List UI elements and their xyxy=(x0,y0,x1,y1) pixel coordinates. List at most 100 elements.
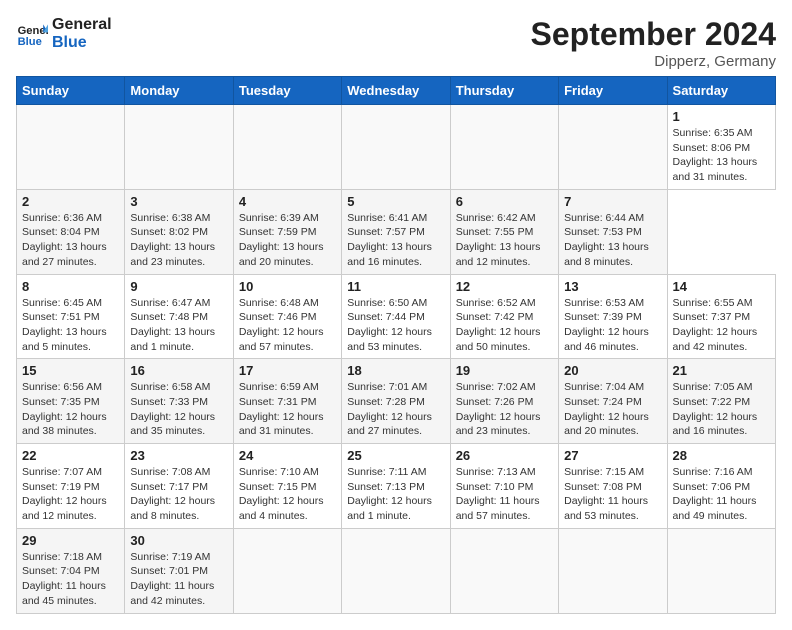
week-row-3: 8 Sunrise: 6:45 AM Sunset: 7:51 PM Dayli… xyxy=(17,274,776,359)
day-number: 27 xyxy=(564,448,661,463)
empty-cell xyxy=(233,528,341,613)
week-row-2: 2 Sunrise: 6:36 AM Sunset: 8:04 PM Dayli… xyxy=(17,189,776,274)
weekday-header-thursday: Thursday xyxy=(450,77,558,105)
day-info: Sunrise: 6:55 AM Sunset: 7:37 PM Dayligh… xyxy=(673,296,770,355)
day-info: Sunrise: 6:44 AM Sunset: 7:53 PM Dayligh… xyxy=(564,211,661,270)
day-cell-21: 21 Sunrise: 7:05 AM Sunset: 7:22 PM Dayl… xyxy=(667,359,775,444)
day-cell-14: 14 Sunrise: 6:55 AM Sunset: 7:37 PM Dayl… xyxy=(667,274,775,359)
day-info: Sunrise: 6:45 AM Sunset: 7:51 PM Dayligh… xyxy=(22,296,119,355)
day-cell-29: 29 Sunrise: 7:18 AM Sunset: 7:04 PM Dayl… xyxy=(17,528,125,613)
day-info: Sunrise: 7:16 AM Sunset: 7:06 PM Dayligh… xyxy=(673,465,770,524)
weekday-header-sunday: Sunday xyxy=(17,77,125,105)
day-info: Sunrise: 7:11 AM Sunset: 7:13 PM Dayligh… xyxy=(347,465,444,524)
week-row-6: 29 Sunrise: 7:18 AM Sunset: 7:04 PM Dayl… xyxy=(17,528,776,613)
day-number: 23 xyxy=(130,448,227,463)
empty-cell xyxy=(667,528,775,613)
day-info: Sunrise: 7:04 AM Sunset: 7:24 PM Dayligh… xyxy=(564,380,661,439)
day-number: 16 xyxy=(130,363,227,378)
week-row-1: 1 Sunrise: 6:35 AM Sunset: 8:06 PM Dayli… xyxy=(17,105,776,190)
day-number: 21 xyxy=(673,363,770,378)
day-number: 13 xyxy=(564,279,661,294)
day-info: Sunrise: 7:19 AM Sunset: 7:01 PM Dayligh… xyxy=(130,550,227,609)
day-cell-3: 3 Sunrise: 6:38 AM Sunset: 8:02 PM Dayli… xyxy=(125,189,233,274)
day-cell-2: 2 Sunrise: 6:36 AM Sunset: 8:04 PM Dayli… xyxy=(17,189,125,274)
day-number: 1 xyxy=(673,109,770,124)
day-info: Sunrise: 6:52 AM Sunset: 7:42 PM Dayligh… xyxy=(456,296,553,355)
day-number: 4 xyxy=(239,194,336,209)
weekday-header-tuesday: Tuesday xyxy=(233,77,341,105)
day-cell-18: 18 Sunrise: 7:01 AM Sunset: 7:28 PM Dayl… xyxy=(342,359,450,444)
day-cell-9: 9 Sunrise: 6:47 AM Sunset: 7:48 PM Dayli… xyxy=(125,274,233,359)
page-subtitle: Dipperz, Germany xyxy=(531,53,776,70)
day-number: 18 xyxy=(347,363,444,378)
day-number: 14 xyxy=(673,279,770,294)
day-cell-1: 1 Sunrise: 6:35 AM Sunset: 8:06 PM Dayli… xyxy=(667,105,775,190)
day-info: Sunrise: 6:36 AM Sunset: 8:04 PM Dayligh… xyxy=(22,211,119,270)
weekday-header-monday: Monday xyxy=(125,77,233,105)
day-info: Sunrise: 6:47 AM Sunset: 7:48 PM Dayligh… xyxy=(130,296,227,355)
day-cell-11: 11 Sunrise: 6:50 AM Sunset: 7:44 PM Dayl… xyxy=(342,274,450,359)
empty-cell xyxy=(450,105,558,190)
day-info: Sunrise: 6:35 AM Sunset: 8:06 PM Dayligh… xyxy=(673,126,770,185)
day-cell-25: 25 Sunrise: 7:11 AM Sunset: 7:13 PM Dayl… xyxy=(342,444,450,529)
day-number: 26 xyxy=(456,448,553,463)
week-row-4: 15 Sunrise: 6:56 AM Sunset: 7:35 PM Dayl… xyxy=(17,359,776,444)
day-cell-5: 5 Sunrise: 6:41 AM Sunset: 7:57 PM Dayli… xyxy=(342,189,450,274)
day-number: 20 xyxy=(564,363,661,378)
day-cell-7: 7 Sunrise: 6:44 AM Sunset: 7:53 PM Dayli… xyxy=(559,189,667,274)
day-number: 28 xyxy=(673,448,770,463)
day-number: 30 xyxy=(130,533,227,548)
empty-cell xyxy=(559,105,667,190)
day-number: 7 xyxy=(564,194,661,209)
empty-cell xyxy=(450,528,558,613)
day-cell-16: 16 Sunrise: 6:58 AM Sunset: 7:33 PM Dayl… xyxy=(125,359,233,444)
day-info: Sunrise: 6:48 AM Sunset: 7:46 PM Dayligh… xyxy=(239,296,336,355)
day-info: Sunrise: 7:15 AM Sunset: 7:08 PM Dayligh… xyxy=(564,465,661,524)
day-info: Sunrise: 7:10 AM Sunset: 7:15 PM Dayligh… xyxy=(239,465,336,524)
svg-text:Blue: Blue xyxy=(18,36,42,48)
day-cell-15: 15 Sunrise: 6:56 AM Sunset: 7:35 PM Dayl… xyxy=(17,359,125,444)
day-number: 12 xyxy=(456,279,553,294)
day-number: 29 xyxy=(22,533,119,548)
day-info: Sunrise: 6:50 AM Sunset: 7:44 PM Dayligh… xyxy=(347,296,444,355)
day-cell-8: 8 Sunrise: 6:45 AM Sunset: 7:51 PM Dayli… xyxy=(17,274,125,359)
day-info: Sunrise: 6:56 AM Sunset: 7:35 PM Dayligh… xyxy=(22,380,119,439)
day-info: Sunrise: 6:58 AM Sunset: 7:33 PM Dayligh… xyxy=(130,380,227,439)
day-info: Sunrise: 6:59 AM Sunset: 7:31 PM Dayligh… xyxy=(239,380,336,439)
day-cell-12: 12 Sunrise: 6:52 AM Sunset: 7:42 PM Dayl… xyxy=(450,274,558,359)
day-number: 17 xyxy=(239,363,336,378)
week-row-5: 22 Sunrise: 7:07 AM Sunset: 7:19 PM Dayl… xyxy=(17,444,776,529)
day-info: Sunrise: 7:02 AM Sunset: 7:26 PM Dayligh… xyxy=(456,380,553,439)
day-number: 8 xyxy=(22,279,119,294)
day-info: Sunrise: 7:01 AM Sunset: 7:28 PM Dayligh… xyxy=(347,380,444,439)
day-info: Sunrise: 6:53 AM Sunset: 7:39 PM Dayligh… xyxy=(564,296,661,355)
empty-cell xyxy=(125,105,233,190)
title-area: September 2024 Dipperz, Germany xyxy=(531,16,776,70)
weekday-header-friday: Friday xyxy=(559,77,667,105)
logo-line1: General xyxy=(52,16,112,34)
day-number: 24 xyxy=(239,448,336,463)
day-number: 15 xyxy=(22,363,119,378)
day-cell-22: 22 Sunrise: 7:07 AM Sunset: 7:19 PM Dayl… xyxy=(17,444,125,529)
day-number: 19 xyxy=(456,363,553,378)
empty-cell xyxy=(17,105,125,190)
day-cell-19: 19 Sunrise: 7:02 AM Sunset: 7:26 PM Dayl… xyxy=(450,359,558,444)
logo: General Blue General Blue xyxy=(16,16,112,51)
empty-cell xyxy=(559,528,667,613)
day-cell-30: 30 Sunrise: 7:19 AM Sunset: 7:01 PM Dayl… xyxy=(125,528,233,613)
day-cell-27: 27 Sunrise: 7:15 AM Sunset: 7:08 PM Dayl… xyxy=(559,444,667,529)
logo-line2: Blue xyxy=(52,34,112,52)
day-number: 3 xyxy=(130,194,227,209)
day-info: Sunrise: 6:42 AM Sunset: 7:55 PM Dayligh… xyxy=(456,211,553,270)
weekday-header-wednesday: Wednesday xyxy=(342,77,450,105)
day-number: 10 xyxy=(239,279,336,294)
day-cell-28: 28 Sunrise: 7:16 AM Sunset: 7:06 PM Dayl… xyxy=(667,444,775,529)
day-cell-4: 4 Sunrise: 6:39 AM Sunset: 7:59 PM Dayli… xyxy=(233,189,341,274)
day-number: 25 xyxy=(347,448,444,463)
day-info: Sunrise: 7:07 AM Sunset: 7:19 PM Dayligh… xyxy=(22,465,119,524)
empty-cell xyxy=(233,105,341,190)
day-number: 22 xyxy=(22,448,119,463)
day-cell-23: 23 Sunrise: 7:08 AM Sunset: 7:17 PM Dayl… xyxy=(125,444,233,529)
day-number: 6 xyxy=(456,194,553,209)
day-number: 9 xyxy=(130,279,227,294)
